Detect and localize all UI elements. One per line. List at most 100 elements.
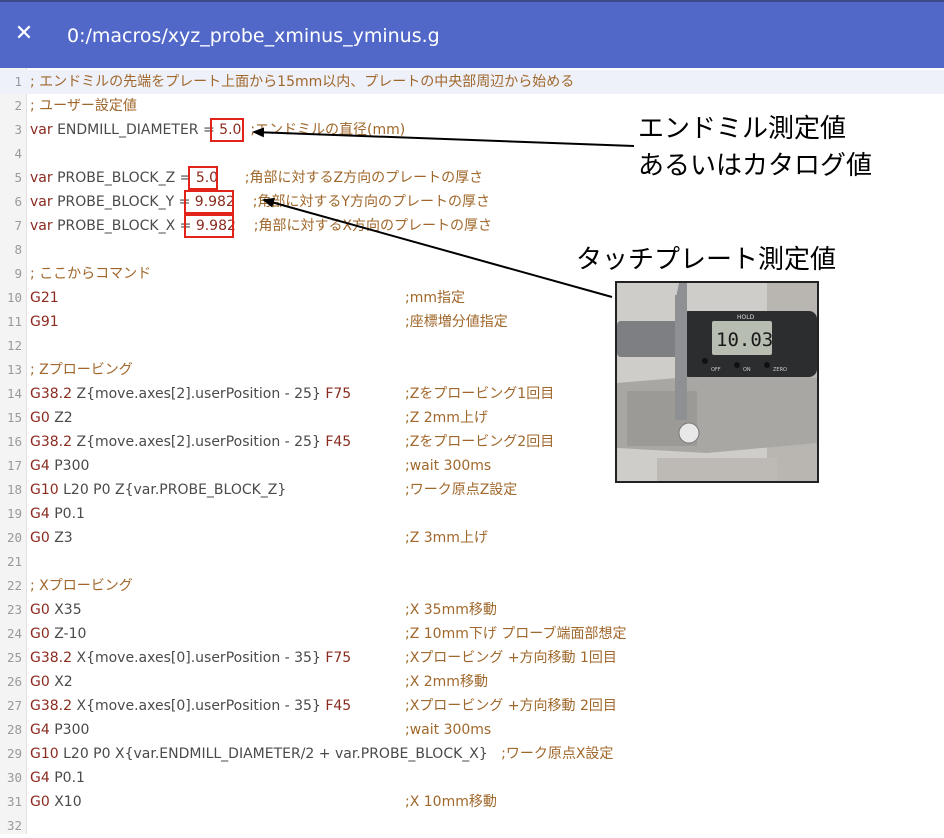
code-token: Z{move.axes[2].userPosition - 25} [72, 386, 326, 402]
plate-annotation: タッチプレート測定値 [576, 244, 837, 274]
code-line[interactable]: 23 G0 X35 ;X 35mm移動 [0, 598, 944, 622]
code-comment: ; ユーザー設定値 [30, 98, 137, 114]
code-token: L20 P0 X{var.ENDMILL_DIAMETER/2 + var.PR… [58, 746, 502, 762]
caliper-display-value: 10.03 [716, 329, 773, 351]
code-keyword: G10 [30, 746, 59, 762]
code-token: P0.1 [49, 770, 85, 786]
code-text: ; Zプロービング [30, 358, 133, 382]
zero-label: ZERO [773, 367, 787, 373]
code-token: Z3 [49, 530, 73, 546]
code-line[interactable]: 20 G0 Z3 ;Z 3mm上げ [0, 526, 944, 550]
code-text: ; ユーザー設定値 [30, 94, 137, 118]
line-number: 32 [6, 818, 22, 833]
code-line[interactable]: 27 G38.2 X{move.axes[0].userPosition - 35… [0, 694, 944, 718]
code-token: Z{move.axes[2].userPosition - 25} [72, 434, 326, 450]
code-keyword: G38.2 [30, 650, 73, 666]
code-keyword: G91 [30, 314, 59, 330]
line-number: 7 [14, 218, 22, 233]
line-number: 5 [14, 170, 22, 185]
line-number: 28 [6, 722, 22, 737]
code-line[interactable]: 31 G0 X10 ;X 10mm移動 [0, 790, 944, 814]
code-keyword: F75 [325, 650, 352, 666]
code-keyword: G0 [30, 794, 50, 810]
code-line[interactable]: 28 G4 P300 ;wait 300ms [0, 718, 944, 742]
code-text: G21 ;mm指定 [30, 286, 465, 310]
code-text: ; Xプロービング [30, 574, 133, 598]
code-line[interactable]: 1 ; エンドミルの先端をプレート上面から15mm以内、プレートの中央部周辺から始… [0, 70, 944, 94]
line-number: 31 [6, 794, 22, 809]
code-text: G4 P300 ;wait 300ms [30, 454, 491, 478]
code-line[interactable]: 21 [0, 550, 944, 574]
code-comment: ;Z 2mm上げ [405, 410, 488, 426]
line-number: 10 [6, 290, 22, 305]
code-token: X{move.axes[0].userPosition - 35} [72, 698, 326, 714]
code-comment: ;角部に対するY方向のプレートの厚さ [252, 194, 490, 210]
code-line[interactable]: 25 G38.2 X{move.axes[0].userPosition - 35… [0, 646, 944, 670]
code-comment: ;X 2mm移動 [405, 674, 488, 690]
code-comment: ;Xプロービング +方向移動 1回目 [405, 650, 617, 666]
code-comment: ;X 35mm移動 [405, 602, 497, 618]
line-number: 24 [6, 626, 22, 641]
line-number: 2 [14, 98, 22, 113]
on-label: ON [743, 367, 751, 373]
code-text: G10 L20 P0 Z{var.PROBE_BLOCK_Z} ;ワーク原点Z設定 [30, 478, 517, 502]
code-line[interactable]: 6 var PROBE_BLOCK_Y = 9.982 ;角部に対するY方向のプレ… [0, 190, 944, 214]
code-text: G4 P300 ;wait 300ms [30, 718, 491, 742]
code-comment: ;角部に対するZ方向のプレートの厚さ [244, 170, 484, 186]
line-number: 25 [6, 650, 22, 665]
code-line[interactable]: 7 var PROBE_BLOCK_X = 9.982 ;角部に対するX方向のプレ… [0, 214, 944, 238]
code-comment: ; Xプロービング [30, 578, 133, 594]
code-line[interactable]: 32 [0, 814, 944, 838]
code-text: var PROBE_BLOCK_X = 9.982 ;角部に対するX方向のプレー… [30, 214, 492, 238]
code-text: G0 X2 ;X 2mm移動 [30, 670, 488, 694]
code-keyword: F45 [325, 434, 352, 450]
close-icon[interactable]: ✕ [10, 18, 38, 50]
code-token: P300 [49, 722, 90, 738]
line-number: 22 [6, 578, 22, 593]
code-line[interactable]: 29 G10 L20 P0 X{var.ENDMILL_DIAMETER/2 + … [0, 742, 944, 766]
code-text: G0 Z3 ;Z 3mm上げ [30, 526, 488, 550]
code-comment: ;wait 300ms [405, 722, 492, 738]
code-text: G38.2 Z{move.axes[2].userPosition - 25} … [30, 430, 554, 454]
code-keyword: var [30, 194, 53, 210]
code-token: L20 P0 Z{var.PROBE_BLOCK_Z} [58, 482, 287, 498]
code-keyword: G0 [30, 530, 50, 546]
code-text: var PROBE_BLOCK_Y = 9.982 ;角部に対するY方向のプレー… [30, 190, 490, 214]
code-line[interactable]: 24 G0 Z-10 ;Z 10mm下げ プローブ端面部想定 [0, 622, 944, 646]
code-keyword: G4 [30, 770, 50, 786]
code-token: PROBE_BLOCK_X = [52, 218, 196, 234]
code-line[interactable]: 19 G4 P0.1 [0, 502, 944, 526]
line-number: 8 [14, 242, 22, 257]
code-comment: ;ワーク原点Z設定 [405, 482, 518, 498]
code-keyword: G4 [30, 506, 50, 522]
code-keyword: F45 [325, 698, 352, 714]
line-number: 17 [6, 458, 22, 473]
code-comment: ;ワーク原点X設定 [501, 746, 614, 762]
code-keyword: var [30, 218, 53, 234]
code-token: X35 [49, 602, 82, 618]
line-number: 20 [6, 530, 22, 545]
code-keyword: 5.0 [219, 122, 242, 138]
code-text: G38.2 Z{move.axes[2].userPosition - 25} … [30, 382, 554, 406]
line-number: 29 [6, 746, 22, 761]
code-comment: ;Z 3mm上げ [405, 530, 488, 546]
code-keyword: 5.0 [195, 170, 219, 186]
code-line[interactable]: 22 ; Xプロービング [0, 574, 944, 598]
code-line[interactable]: 26 G0 X2 ;X 2mm移動 [0, 670, 944, 694]
code-comment: ; Zプロービング [30, 362, 133, 378]
code-text: G10 L20 P0 X{var.ENDMILL_DIAMETER/2 + va… [30, 742, 613, 766]
code-keyword: 9.982 [195, 218, 236, 234]
code-token: P300 [49, 458, 90, 474]
code-keyword: G4 [30, 458, 50, 474]
line-number: 13 [6, 362, 22, 377]
code-keyword: G4 [30, 722, 50, 738]
code-line[interactable]: 30 G4 P0.1 [0, 766, 944, 790]
code-token: Z2 [49, 410, 73, 426]
code-keyword: var [30, 122, 53, 138]
line-number: 16 [6, 434, 22, 449]
line-number: 3 [14, 122, 22, 137]
code-token: X{move.axes[0].userPosition - 35} [72, 650, 326, 666]
code-comment: ; ここからコマンド [30, 266, 152, 282]
code-keyword: G10 [30, 482, 59, 498]
